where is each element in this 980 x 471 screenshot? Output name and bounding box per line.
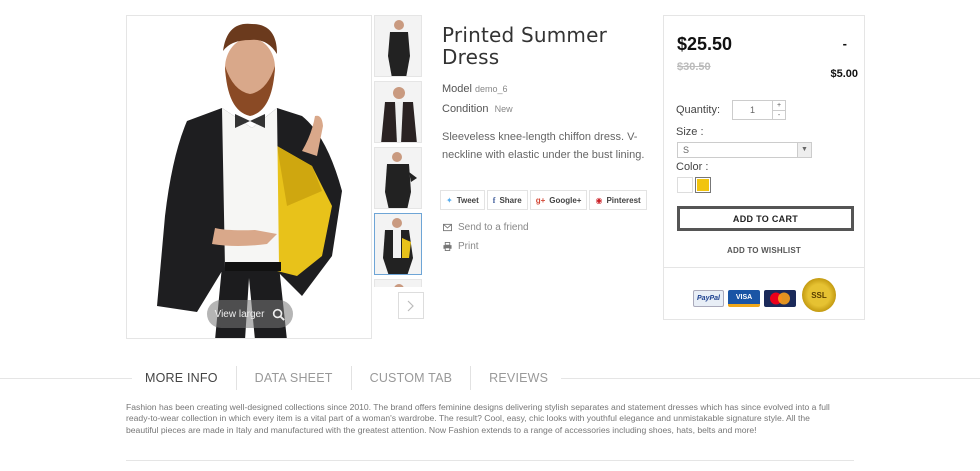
facebook-icon: f <box>492 195 496 205</box>
share-buttons: ✦ Tweet f Share g+ Google+ ◉ Pinterest <box>440 190 647 210</box>
condition-label: Condition <box>442 103 489 115</box>
thumbnail[interactable] <box>374 81 422 143</box>
quantity-stepper: 1 + - <box>732 100 786 120</box>
twitter-icon: ✦ <box>446 195 453 205</box>
size-select[interactable]: S ▼ <box>677 142 812 158</box>
pinterest-button[interactable]: ◉ Pinterest <box>589 190 647 210</box>
product-tabs: MORE INFO DATA SHEET CUSTOM TAB REVIEWS <box>132 366 562 390</box>
color-swatch-white[interactable] <box>677 177 693 193</box>
condition-value: New <box>494 104 513 114</box>
ssl-badge-icon: SSL <box>802 278 836 312</box>
bottom-divider <box>126 460 854 461</box>
chevron-down-icon: ▼ <box>797 143 811 157</box>
quantity-increase-button[interactable]: + <box>773 101 785 111</box>
tab-more-info[interactable]: MORE INFO <box>132 366 231 390</box>
product-condition: Condition New <box>442 99 652 119</box>
google-label: Google+ <box>549 195 582 205</box>
model-value: demo_6 <box>475 84 508 94</box>
google-plus-button[interactable]: g+ Google+ <box>529 190 588 210</box>
current-price: $25.50 <box>677 34 733 54</box>
product-info: Printed Summer Dress Model demo_6 Condit… <box>442 24 652 164</box>
visa-logo: VISA <box>728 290 760 307</box>
printer-icon <box>443 242 452 251</box>
buy-box: $25.50 - $30.50 $5.00 Quantity: 1 + - Si… <box>663 15 865 268</box>
color-label: Color : <box>676 161 709 173</box>
old-price: $30.50 <box>677 61 711 73</box>
tweet-label: Tweet <box>456 195 479 205</box>
tab-reviews[interactable]: REVIEWS <box>476 366 561 390</box>
product-photo <box>127 16 371 338</box>
thumbnail-list <box>374 15 424 287</box>
payment-methods: PayPal VISA SSL <box>663 268 865 320</box>
color-swatches <box>677 177 711 193</box>
quantity-input[interactable]: 1 <box>733 101 773 119</box>
send-to-friend-label: Send to a friend <box>458 222 529 233</box>
size-selected-value: S <box>683 145 690 155</box>
share-label: Share <box>499 195 522 205</box>
view-larger-label: View larger <box>214 308 265 320</box>
zoom-icon <box>273 308 286 321</box>
quantity-label: Quantity: <box>676 104 721 116</box>
color-swatch-yellow[interactable] <box>695 177 711 193</box>
product-title: Printed Summer Dress <box>442 23 608 69</box>
ssl-label: SSL <box>811 290 827 300</box>
pinterest-label: Pinterest <box>606 195 641 205</box>
chevron-right-icon <box>407 300 414 311</box>
add-to-wishlist-link[interactable]: ADD TO WISHLIST <box>664 246 864 255</box>
product-model: Model demo_6 <box>442 79 652 99</box>
model-label: Model <box>442 83 472 95</box>
tab-custom-tab[interactable]: CUSTOM TAB <box>357 366 466 390</box>
thumbnail[interactable] <box>374 147 422 209</box>
product-main-image[interactable]: View larger <box>126 15 372 339</box>
size-label: Size : <box>676 126 704 138</box>
thumbnail[interactable] <box>374 15 422 77</box>
price-reduction: $5.00 <box>830 68 858 80</box>
tweet-button[interactable]: ✦ Tweet <box>440 190 485 210</box>
facebook-share-button[interactable]: f Share <box>486 190 528 210</box>
envelope-icon <box>443 223 452 232</box>
pinterest-icon: ◉ <box>595 195 603 205</box>
price-separator: - <box>842 36 847 51</box>
send-to-friend-link[interactable]: Send to a friend <box>443 218 529 237</box>
view-larger-button[interactable]: View larger <box>207 300 293 328</box>
quantity-decrease-button[interactable]: - <box>773 111 785 120</box>
more-info-content: Fashion has been creating well-designed … <box>126 402 830 435</box>
thumbnail-next-button[interactable] <box>398 292 424 319</box>
thumbnail[interactable] <box>374 279 422 287</box>
mastercard-logo <box>764 290 796 307</box>
google-plus-icon: g+ <box>535 195 546 205</box>
paypal-logo: PayPal <box>693 290 724 307</box>
product-description: Sleeveless knee-length chiffon dress. V-… <box>442 131 645 161</box>
print-label: Print <box>458 241 479 252</box>
print-link[interactable]: Print <box>443 237 529 256</box>
add-to-cart-button[interactable]: ADD TO CART <box>677 206 854 231</box>
thumbnail-active[interactable] <box>374 213 422 275</box>
product-links: Send to a friend Print <box>443 218 529 256</box>
tab-data-sheet[interactable]: DATA SHEET <box>242 366 346 390</box>
